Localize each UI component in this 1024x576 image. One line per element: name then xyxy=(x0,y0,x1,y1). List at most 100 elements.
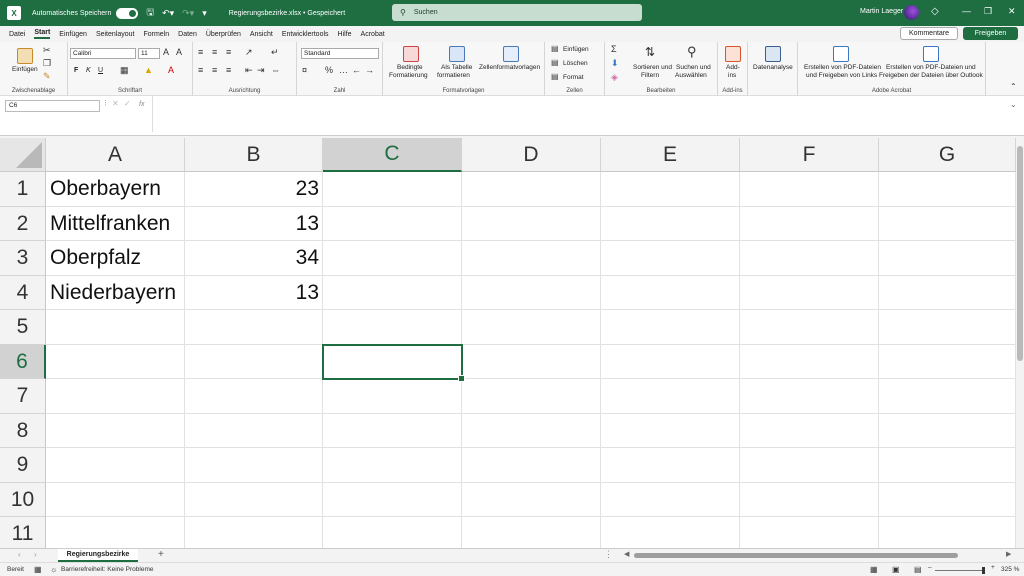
delete-cells-button[interactable]: Löschen xyxy=(563,60,588,67)
cell-d7[interactable] xyxy=(462,379,601,414)
collapse-ribbon-icon[interactable]: ⌃ xyxy=(1010,82,1017,91)
cell-a1[interactable]: Oberbayern xyxy=(46,172,185,207)
insert-cells-button[interactable]: Einfügen xyxy=(563,46,589,53)
cell-g6[interactable] xyxy=(879,345,1016,379)
cell-a6[interactable] xyxy=(46,345,185,379)
expand-formula-bar-icon[interactable]: ⌄ xyxy=(1010,100,1017,109)
tab-hilfe[interactable]: Hilfe xyxy=(338,31,352,38)
cell-f10[interactable] xyxy=(740,483,879,517)
cut-icon[interactable]: ✂ xyxy=(43,45,51,56)
tab-ueberpruefen[interactable]: Überprüfen xyxy=(206,31,241,38)
cell-d1[interactable] xyxy=(462,172,601,207)
bold-button[interactable]: F xyxy=(74,67,78,74)
cell-f6[interactable] xyxy=(740,345,879,379)
cell-f1[interactable] xyxy=(740,172,879,207)
name-box[interactable]: C6 xyxy=(5,100,100,112)
cell-e2[interactable] xyxy=(601,207,740,241)
namebox-dropdown-icon[interactable]: ⋮ xyxy=(102,99,109,107)
cell-e8[interactable] xyxy=(601,414,740,448)
add-sheet-button[interactable]: + xyxy=(158,549,164,560)
share-button[interactable]: Freigeben xyxy=(963,27,1018,40)
minimize-icon[interactable]: — xyxy=(962,6,971,16)
row-header-10[interactable]: 10 xyxy=(0,483,46,517)
underline-button[interactable]: U xyxy=(98,67,103,74)
cell-e10[interactable] xyxy=(601,483,740,517)
font-color-icon[interactable]: A xyxy=(168,65,174,75)
row-header-1[interactable]: 1 xyxy=(0,172,46,207)
cell-e11[interactable] xyxy=(601,517,740,548)
format-as-table-icon[interactable] xyxy=(449,46,465,62)
sort-filter-icon[interactable]: ⇅ xyxy=(645,45,655,59)
cell-f3[interactable] xyxy=(740,241,879,276)
horizontal-scroll-thumb[interactable] xyxy=(634,553,958,558)
cell-a9[interactable] xyxy=(46,448,185,483)
user-name[interactable]: Martin Laeger xyxy=(860,8,903,15)
paste-icon[interactable] xyxy=(17,48,33,64)
customize-toolbar-icon[interactable]: ▾ xyxy=(202,8,207,19)
cell-f7[interactable] xyxy=(740,379,879,414)
restore-icon[interactable]: ❐ xyxy=(984,6,992,17)
tab-daten[interactable]: Daten xyxy=(178,31,197,38)
row-header-6[interactable]: 6 xyxy=(0,345,46,379)
cell-c5[interactable] xyxy=(323,310,462,345)
cell-a2[interactable]: Mittelfranken xyxy=(46,207,185,241)
cell-f8[interactable] xyxy=(740,414,879,448)
find-select-icon[interactable]: ⚲ xyxy=(687,44,697,60)
addins-label-1[interactable]: Add- xyxy=(726,64,740,71)
cell-g3[interactable] xyxy=(879,241,1016,276)
row-header-9[interactable]: 9 xyxy=(0,448,46,483)
cell-g5[interactable] xyxy=(879,310,1016,345)
cell-b2[interactable]: 13 xyxy=(185,207,323,241)
delete-cells-icon[interactable]: ▤ xyxy=(551,58,559,67)
macro-record-icon[interactable]: ▦ xyxy=(34,565,42,574)
row-header-3[interactable]: 3 xyxy=(0,241,46,276)
cell-e7[interactable] xyxy=(601,379,740,414)
cell-d11[interactable] xyxy=(462,517,601,548)
cell-f4[interactable] xyxy=(740,276,879,310)
tab-datei[interactable]: Datei xyxy=(9,31,25,38)
zoom-slider[interactable] xyxy=(935,570,985,571)
zoom-slider-knob[interactable] xyxy=(982,567,985,574)
save-icon[interactable]: 🖫 xyxy=(146,5,154,21)
align-right-icon[interactable]: ≡ xyxy=(226,65,231,75)
formula-input[interactable] xyxy=(152,96,1020,132)
accessibility-icon[interactable]: ☼ xyxy=(50,565,57,574)
zoom-in-icon[interactable]: + xyxy=(991,564,995,571)
font-size-select[interactable]: 11 xyxy=(138,48,160,59)
cell-g1[interactable] xyxy=(879,172,1016,207)
sort-filter-label-1[interactable]: Sortieren und xyxy=(633,64,672,71)
page-break-view-icon[interactable]: ▤ xyxy=(914,565,922,574)
create-pdf-link-label-2[interactable]: und Freigeben von Links xyxy=(806,72,877,79)
cell-d8[interactable] xyxy=(462,414,601,448)
cell-d4[interactable] xyxy=(462,276,601,310)
accessibility-status[interactable]: Barrierefreiheit: Keine Probleme xyxy=(61,566,154,573)
premium-diamond-icon[interactable]: ◇ xyxy=(931,6,939,17)
cell-g10[interactable] xyxy=(879,483,1016,517)
cell-c1[interactable] xyxy=(323,172,462,207)
font-family-select[interactable]: Calibri xyxy=(70,48,136,59)
create-pdf-outlook-label-1[interactable]: Erstellen von PDF-Dateien und xyxy=(886,64,976,71)
autosum-icon[interactable]: Σ xyxy=(611,44,617,54)
tab-ansicht[interactable]: Ansicht xyxy=(250,31,273,38)
cell-f5[interactable] xyxy=(740,310,879,345)
autosave-toggle[interactable] xyxy=(116,7,139,19)
indent-decrease-icon[interactable]: ⇤ xyxy=(245,65,253,76)
cell-e3[interactable] xyxy=(601,241,740,276)
insert-cells-icon[interactable]: ▤ xyxy=(551,44,559,53)
column-header-d[interactable]: D xyxy=(462,138,601,172)
cell-e9[interactable] xyxy=(601,448,740,483)
zoom-out-icon[interactable]: – xyxy=(928,564,932,571)
vertical-scroll-thumb[interactable] xyxy=(1017,146,1023,361)
find-select-label-1[interactable]: Suchen und xyxy=(676,64,711,71)
undo-icon[interactable]: ↶▾ xyxy=(162,8,174,19)
cell-d6[interactable] xyxy=(462,345,601,379)
cell-styles-icon[interactable] xyxy=(503,46,519,62)
cell-e4[interactable] xyxy=(601,276,740,310)
create-pdf-link-label-1[interactable]: Erstellen von PDF-Dateien xyxy=(804,64,881,71)
cell-c4[interactable] xyxy=(323,276,462,310)
conditional-formatting-icon[interactable] xyxy=(403,46,419,62)
cell-g7[interactable] xyxy=(879,379,1016,414)
column-header-b[interactable]: B xyxy=(185,138,323,172)
data-analysis-icon[interactable] xyxy=(765,46,781,62)
tab-start[interactable]: Start xyxy=(34,29,51,39)
